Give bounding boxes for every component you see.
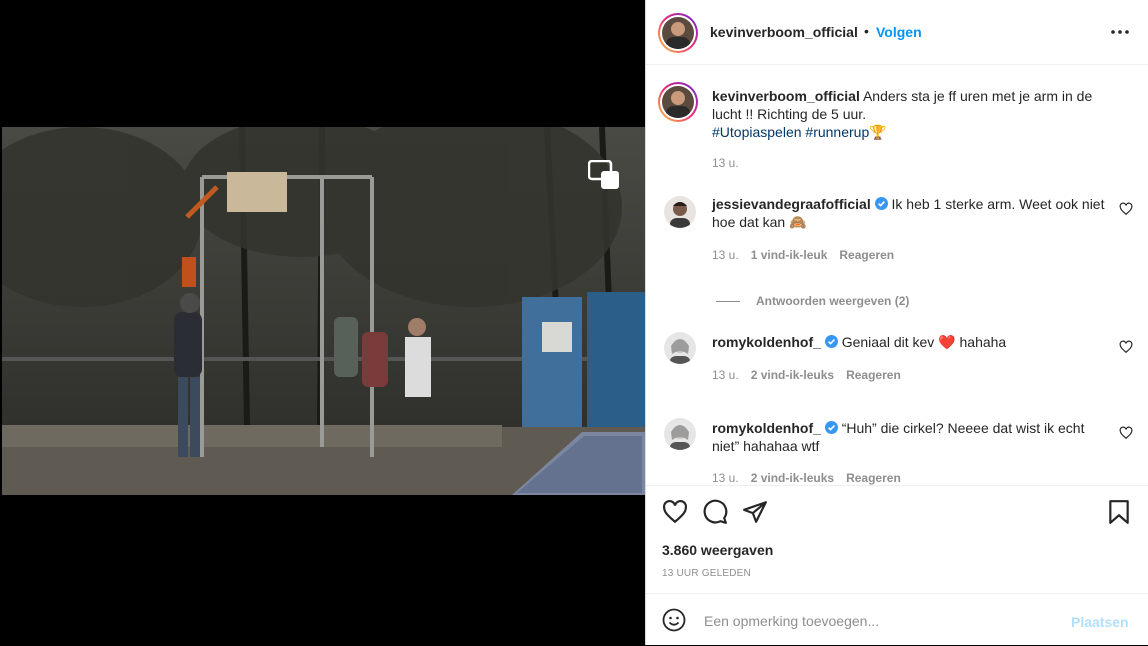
comment: jessievandegraafofficial Ik heb 1 sterke… [712, 195, 1112, 231]
verified-icon [824, 421, 838, 434]
comments-list[interactable]: kevinverboom_official Anders sta je ff u… [646, 65, 1148, 485]
caption-time[interactable]: 13 u. [712, 156, 739, 170]
comment: romykoldenhof_ Geniaal dit kev ❤️ hahaha [712, 333, 1112, 351]
post-panel: kevinverboom_official • Volgen kevinverb… [645, 0, 1148, 645]
separator-dot: • [864, 23, 869, 39]
comment-likes[interactable]: 2 vind-ik-leuks [751, 368, 834, 382]
comment-username[interactable]: jessievandegraafofficial [712, 196, 871, 212]
reply-button[interactable]: Reageren [839, 248, 894, 262]
video-player[interactable] [2, 127, 645, 495]
emoji-icon[interactable] [662, 608, 686, 632]
comment-meta: 13 u. 2 vind-ik-leuks Reageren [712, 471, 913, 485]
post-timestamp[interactable]: 13 uur geleden [662, 568, 751, 579]
avatar[interactable] [664, 332, 696, 364]
comment-input[interactable] [702, 608, 1056, 634]
heart-icon[interactable] [1119, 202, 1133, 216]
comment-username[interactable]: romykoldenhof_ [712, 334, 821, 350]
video-frame [2, 127, 645, 495]
pip-icon[interactable] [588, 160, 620, 190]
heart-icon[interactable] [1119, 426, 1133, 440]
view-replies-button[interactable]: Antwoorden weergeven (2) [716, 294, 909, 308]
comment-icon[interactable] [702, 499, 728, 525]
share-icon[interactable] [742, 499, 768, 525]
heart-icon[interactable] [662, 499, 688, 525]
view-replies-label: Antwoorden weergeven (2) [756, 294, 910, 308]
caption-meta: 13 u. [712, 156, 751, 170]
comment-time[interactable]: 13 u. [712, 248, 739, 262]
verified-icon [874, 197, 888, 210]
heart-icon[interactable] [1119, 340, 1133, 354]
comment: romykoldenhof_ “Huh” die cirkel? Neeee d… [712, 419, 1107, 455]
view-count[interactable]: 3.860 weergaven [662, 542, 773, 558]
follow-button[interactable]: Volgen [876, 24, 922, 40]
comment-username[interactable]: romykoldenhof_ [712, 420, 821, 436]
post-comment-button[interactable]: Plaatsen [1071, 614, 1129, 630]
caption-username[interactable]: kevinverboom_official [712, 88, 860, 104]
hashtag-link[interactable]: #runnerup [805, 124, 869, 140]
comment-meta: 13 u. 1 vind-ik-leuk Reageren [712, 248, 906, 262]
bookmark-icon[interactable] [1106, 499, 1132, 525]
story-ring[interactable] [658, 13, 698, 53]
comment-likes[interactable]: 2 vind-ik-leuks [751, 471, 834, 485]
avatar[interactable] [664, 196, 696, 228]
post-media [0, 0, 645, 645]
add-comment-bar: Plaatsen [646, 593, 1148, 646]
action-bar: 3.860 weergaven 13 uur geleden [646, 485, 1148, 594]
hashtag-link[interactable]: #Utopiaspelen [712, 124, 802, 140]
comment-time[interactable]: 13 u. [712, 471, 739, 485]
caption-story-ring[interactable] [658, 82, 698, 122]
post-header: kevinverboom_official • Volgen [646, 0, 1148, 65]
comment-likes[interactable]: 1 vind-ik-leuk [751, 248, 828, 262]
avatar[interactable] [662, 17, 694, 49]
comment-text: Geniaal dit kev ❤️ hahaha [841, 334, 1007, 350]
comment-meta: 13 u. 2 vind-ik-leuks Reageren [712, 368, 913, 382]
author-username[interactable]: kevinverboom_official [710, 24, 858, 40]
avatar[interactable] [664, 418, 696, 450]
trophy-emoji: 🏆 [869, 124, 887, 140]
reply-button[interactable]: Reageren [846, 471, 901, 485]
caption: kevinverboom_official Anders sta je ff u… [712, 87, 1112, 141]
reply-button[interactable]: Reageren [846, 368, 901, 382]
comment-time[interactable]: 13 u. [712, 368, 739, 382]
verified-icon [824, 335, 838, 348]
more-icon[interactable] [1108, 22, 1132, 42]
avatar[interactable] [662, 86, 694, 118]
